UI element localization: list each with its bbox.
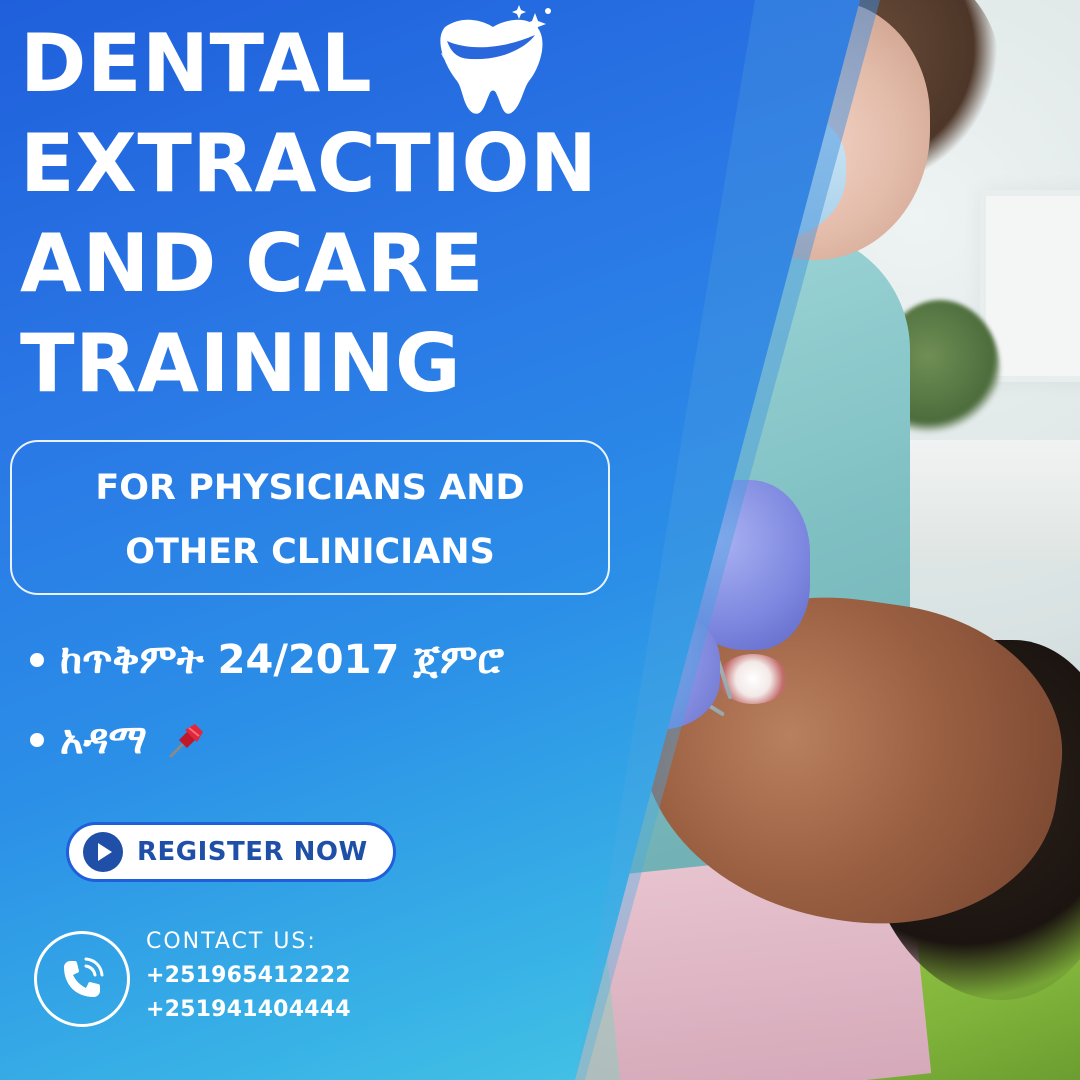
detail-item-location: አዳማ xyxy=(0,700,600,780)
title-line: TRAINING xyxy=(20,317,462,410)
contact-label: CONTACT US: xyxy=(146,929,317,954)
detail-text: አዳማ xyxy=(60,717,147,763)
content: DENTAL EXTRACTION AND CARE TRAINING FOR … xyxy=(0,0,1080,1080)
bullet-dot-icon xyxy=(30,653,44,667)
contact-phone[interactable]: +251941404444 xyxy=(146,997,351,1022)
poster: DENTAL EXTRACTION AND CARE TRAINING FOR … xyxy=(0,0,1080,1080)
contact-block: CONTACT US: +251965412222 +251941404444 xyxy=(34,925,594,1065)
tooth-icon xyxy=(440,5,551,114)
contact-phone[interactable]: +251965412222 xyxy=(146,963,351,988)
detail-text: ከጥቅምት 24/2017 ጀምሮ xyxy=(60,637,504,683)
subtitle-line: OTHER CLINICIANS xyxy=(125,532,495,572)
subtitle-line: FOR PHYSICIANS AND xyxy=(95,468,525,508)
details-list: ከጥቅምት 24/2017 ጀምሮ አዳማ xyxy=(0,620,600,780)
register-now-button[interactable]: REGISTER NOW xyxy=(66,822,396,882)
bullet-dot-icon xyxy=(30,733,44,747)
detail-item-date: ከጥቅምት 24/2017 ጀምሮ xyxy=(0,620,600,700)
play-icon xyxy=(83,832,123,872)
phone-icon-ring xyxy=(34,931,130,1027)
register-now-label: REGISTER NOW xyxy=(137,837,368,867)
subtitle-box: FOR PHYSICIANS AND OTHER CLINICIANS xyxy=(10,440,610,595)
pushpin-icon xyxy=(169,724,203,758)
title-line: AND CARE xyxy=(20,217,484,310)
title-line: EXTRACTION xyxy=(20,117,598,210)
phone-icon xyxy=(64,957,104,997)
subtitle: FOR PHYSICIANS AND OTHER CLINICIANS xyxy=(12,456,608,584)
